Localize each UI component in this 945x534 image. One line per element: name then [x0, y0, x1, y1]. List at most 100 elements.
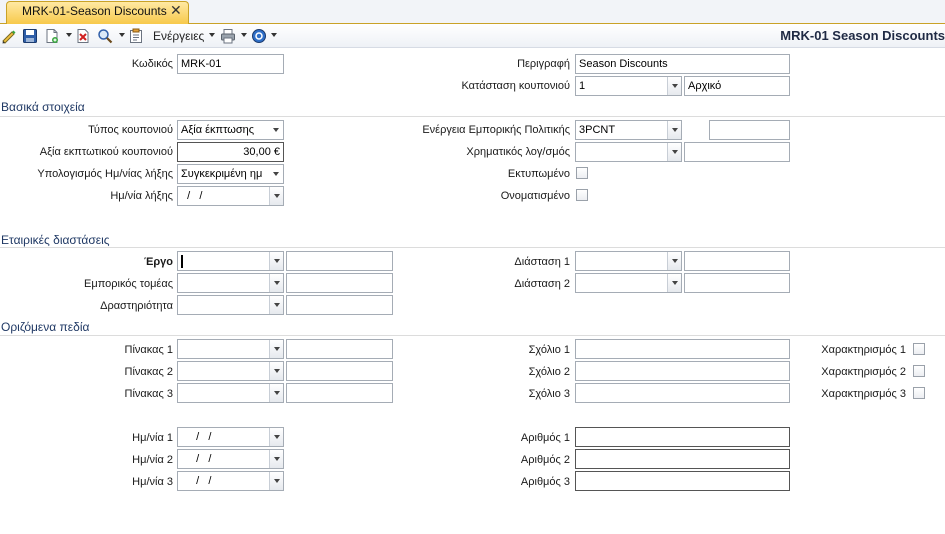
description-field[interactable]: Season Discounts	[575, 54, 790, 74]
project-description	[286, 251, 393, 271]
date-1-label: Ημ/νία 1	[132, 432, 173, 444]
dimension-1-label: Διάσταση 1	[514, 256, 570, 268]
date-1-value: / /	[190, 431, 212, 443]
expiry-date-label: Ημ/νία λήξης	[110, 190, 173, 202]
table-3-dropdown[interactable]	[177, 383, 284, 403]
comment-2-label: Σχόλιο 2	[528, 366, 570, 378]
chevron-down-icon[interactable]	[269, 274, 283, 292]
comment-3-field[interactable]	[575, 383, 790, 403]
table-2-dropdown[interactable]	[177, 361, 284, 381]
chevron-down-icon[interactable]	[667, 274, 681, 292]
section-title-basic: Βασικά στοιχεία	[1, 100, 85, 114]
section-title-corporate: Εταιρικές διαστάσεις	[1, 233, 110, 247]
activity-dropdown[interactable]	[177, 295, 284, 315]
coupon-value-label: Αξία εκπτωτικού κουπονιού	[39, 146, 173, 158]
comment-3-label: Σχόλιο 3	[528, 388, 570, 400]
project-dropdown[interactable]	[177, 251, 284, 271]
chevron-down-icon[interactable]	[269, 252, 283, 270]
chevron-down-icon[interactable]	[271, 33, 277, 37]
characterization-1-checkbox[interactable]	[913, 343, 925, 355]
expiry-date-picker[interactable]: / /	[177, 186, 284, 206]
named-label: Ονοματισμένο	[500, 190, 570, 202]
named-checkbox[interactable]	[576, 189, 588, 201]
date-1-picker[interactable]: / /	[177, 427, 284, 447]
expiry-calc-label: Υπολογισμός Ημ/νίας λήξης	[37, 168, 173, 180]
print-icon[interactable]	[220, 28, 236, 44]
printed-checkbox[interactable]	[576, 167, 588, 179]
coupon-value-field[interactable]: 30,00 €	[177, 142, 284, 162]
comment-1-field[interactable]	[575, 339, 790, 359]
section-divider	[0, 247, 945, 248]
delete-icon[interactable]	[75, 28, 91, 44]
new-doc-icon[interactable]	[44, 28, 60, 44]
chevron-down-icon[interactable]	[119, 33, 125, 37]
save-icon[interactable]	[22, 28, 38, 44]
chevron-down-icon[interactable]	[667, 252, 681, 270]
business-sector-dropdown[interactable]	[177, 273, 284, 293]
chevron-down-icon[interactable]	[269, 121, 283, 139]
policy-action-value: 3PCNT	[579, 124, 616, 136]
chevron-down-icon[interactable]	[269, 296, 283, 314]
chevron-down-icon[interactable]	[269, 472, 283, 490]
coupon-type-dropdown[interactable]: Αξία έκπτωσης	[177, 120, 284, 140]
chevron-down-icon[interactable]	[241, 33, 247, 37]
comment-2-field[interactable]	[575, 361, 790, 381]
cash-account-dropdown[interactable]	[575, 142, 682, 162]
chevron-down-icon[interactable]	[269, 384, 283, 402]
close-icon[interactable]: ✕	[170, 2, 182, 18]
characterization-3-label: Χαρακτηρισμός 3	[821, 388, 906, 400]
section-divider	[0, 335, 945, 336]
edit-icon[interactable]	[1, 28, 17, 44]
date-2-label: Ημ/νία 2	[132, 454, 173, 466]
search-icon[interactable]	[97, 28, 113, 44]
date-2-picker[interactable]: / /	[177, 449, 284, 469]
table-3-label: Πίνακας 3	[124, 388, 173, 400]
window-title: MRK-01 Season Discounts	[780, 28, 945, 43]
number-2-label: Αριθμός 2	[520, 454, 570, 466]
coupon-status-code: 1	[579, 80, 586, 92]
cash-account-label: Χρηματικός λογ/σμός	[466, 146, 570, 158]
chevron-down-icon[interactable]	[269, 362, 283, 380]
date-2-value: / /	[190, 453, 212, 465]
chevron-down-icon[interactable]	[269, 165, 283, 183]
coupon-status-label: Κατάσταση κουπονιού	[461, 80, 570, 92]
table-2-label: Πίνακας 2	[124, 366, 173, 378]
coupon-status-text: Αρχικό	[684, 76, 790, 96]
code-field[interactable]: MRK-01	[177, 54, 284, 74]
chevron-down-icon[interactable]	[269, 450, 283, 468]
tab-label: MRK-01-Season Discounts	[22, 4, 167, 18]
section-divider	[0, 116, 945, 117]
number-3-field[interactable]	[575, 471, 790, 491]
description-label: Περιγραφή	[517, 58, 570, 70]
characterization-2-checkbox[interactable]	[913, 365, 925, 377]
dimension-2-label: Διάσταση 2	[514, 278, 570, 290]
chevron-down-icon[interactable]	[667, 77, 681, 95]
chevron-down-icon[interactable]	[667, 143, 681, 161]
chevron-down-icon[interactable]	[269, 187, 283, 205]
text-cursor	[181, 255, 183, 268]
table-1-dropdown[interactable]	[177, 339, 284, 359]
activity-description	[286, 295, 393, 315]
policy-action-extra[interactable]	[709, 120, 790, 140]
number-2-field[interactable]	[575, 449, 790, 469]
coupon-status-dropdown[interactable]: 1	[575, 76, 682, 96]
chevron-down-icon[interactable]	[209, 33, 215, 37]
chevron-down-icon[interactable]	[269, 340, 283, 358]
chevron-down-icon[interactable]	[269, 428, 283, 446]
expiry-date-value: / /	[181, 190, 203, 202]
chevron-down-icon[interactable]	[66, 33, 72, 37]
cash-account-extra[interactable]	[684, 142, 790, 162]
coupon-type-label: Τύπος κουπονιού	[88, 124, 173, 136]
copy-icon[interactable]	[128, 28, 144, 44]
policy-action-dropdown[interactable]: 3PCNT	[575, 120, 682, 140]
actions-menu[interactable]: Ενέργειες	[153, 29, 204, 43]
dimension-1-dropdown[interactable]	[575, 251, 682, 271]
chevron-down-icon[interactable]	[667, 121, 681, 139]
date-3-picker[interactable]: / /	[177, 471, 284, 491]
number-1-field[interactable]	[575, 427, 790, 447]
expiry-calc-dropdown[interactable]: Συγκεκριμένη ημ	[177, 164, 284, 184]
dimension-2-dropdown[interactable]	[575, 273, 682, 293]
help-icon[interactable]	[251, 28, 267, 44]
coupon-type-value: Αξία έκπτωσης	[181, 124, 255, 136]
characterization-3-checkbox[interactable]	[913, 387, 925, 399]
